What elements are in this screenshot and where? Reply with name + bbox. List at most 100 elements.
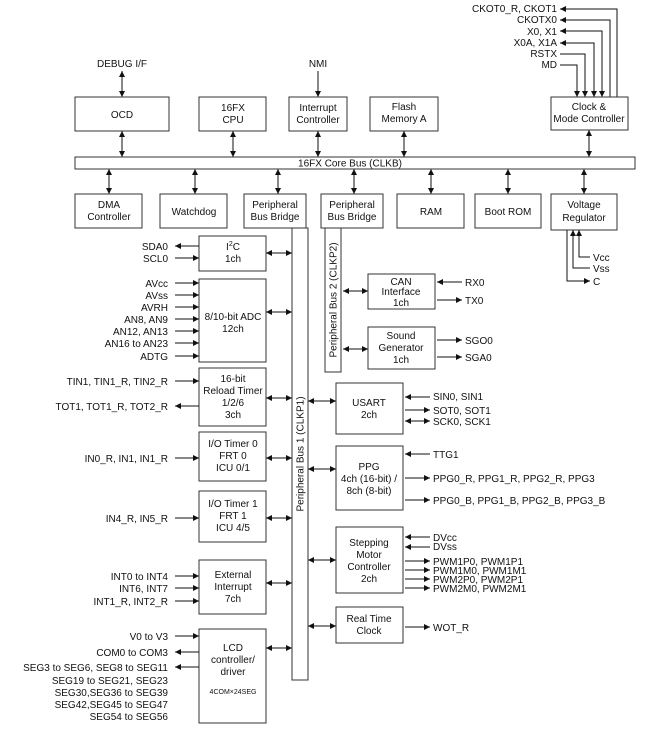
signal-label: X0A, X1A [514,38,558,49]
svg-text:DVss: DVss [433,542,457,553]
ppg-block: PPG4ch (16-bit) /8ch (8-bit) TTG1 PPG0_R,… [308,445,606,511]
svg-text:IN4_R, IN5_R: IN4_R, IN5_R [106,514,168,525]
svg-text:2ch: 2ch [361,574,377,585]
svg-text:IN0_R, IN1, IN1_R: IN0_R, IN1, IN1_R [85,454,168,465]
svg-text:Watchdog: Watchdog [172,207,217,218]
svg-text:SEG3 to SEG6, SEG8 to SEG11: SEG3 to SEG6, SEG8 to SEG11 [23,663,168,674]
peripheral-bus-2: Peripheral Bus 2 (CLKP2) [324,227,342,373]
svg-text:2ch: 2ch [361,410,377,421]
watchdog-block: Watchdog [159,193,228,229]
block-diagram: CKOT0_R, CKOT1 CKOTX0 X0, X1 X0A, X1A RS… [23,4,636,724]
svg-text:AN12, AN13: AN12, AN13 [113,327,168,338]
svg-text:COM0 to COM3: COM0 to COM3 [96,648,168,659]
svg-text:C: C [593,277,600,288]
cpu-block: 16FXCPU [198,96,267,132]
svg-text:8ch (8-bit): 8ch (8-bit) [346,486,391,497]
svg-text:SEG42,SEG45 to SEG47: SEG42,SEG45 to SEG47 [55,700,169,711]
stepping-motor-controller-block: SteppingMotorController2ch DVccDVss PWM1… [308,526,527,595]
i2c-block: I2C 1ch SDA0SCL0 [142,235,292,272]
io-timer-1-block: I/O Timer 1FRT 1ICU 4/5 IN4_R, IN5_R [106,490,292,543]
svg-text:Interrupt: Interrupt [214,582,251,593]
svg-text:SGA0: SGA0 [465,353,492,364]
svg-text:Reload Timer: Reload Timer [203,386,263,397]
reload-timer-block: 16-bitReload Timer1/2/63ch TIN1, TIN1_R,… [56,367,292,427]
boot-rom-block: Boot ROM [474,193,542,229]
svg-text:SCK0, SCK1: SCK0, SCK1 [433,417,491,428]
svg-text:SDA0: SDA0 [142,242,169,253]
svg-text:Controller: Controller [347,562,391,573]
svg-text:External: External [215,570,252,581]
svg-text:Vss: Vss [593,264,610,275]
svg-text:SEG30,SEG36 to SEG39: SEG30,SEG36 to SEG39 [55,688,169,699]
ram-block: RAM [396,193,465,229]
svg-text:Interface: Interface [382,287,421,298]
svg-text:DMA: DMA [98,200,121,211]
adc-block: 8/10-bit ADC12ch AVcc AVss AVRH AN8, AN9… [105,278,292,363]
svg-text:PPG0_B, PPG1_B, PPG2_B, PPG3_B: PPG0_B, PPG1_B, PPG2_B, PPG3_B [433,496,606,507]
svg-text:Controller: Controller [87,212,131,223]
svg-text:4COM×24SEG: 4COM×24SEG [210,689,257,696]
peripheral-bus-bridge-1: PeripheralBus Bridge [243,193,307,229]
svg-text:AN16 to AN23: AN16 to AN23 [105,339,169,350]
svg-text:I2C: I2C [226,241,240,253]
svg-text:SEG19 to SEG21, SEG23: SEG19 to SEG21, SEG23 [52,676,169,687]
core-bus: 16FX Core Bus (CLKB) [74,156,636,170]
svg-text:16-bit: 16-bit [220,374,245,385]
svg-text:SOT0, SOT1: SOT0, SOT1 [433,406,491,417]
svg-text:Memory A: Memory A [381,114,426,125]
io-timer-0-block: I/O Timer 0FRT 0ICU 0/1 IN0_R, IN1, IN1_… [85,431,292,482]
interrupt-controller-block: InterruptController [288,96,348,132]
svg-text:AVRH: AVRH [141,303,168,314]
svg-text:PWM2M0, PWM2M1: PWM2M0, PWM2M1 [433,584,527,595]
svg-text:I/O Timer 0: I/O Timer 0 [208,439,258,450]
svg-text:SIN0, SIN1: SIN0, SIN1 [433,392,483,403]
svg-text:Interrupt: Interrupt [299,103,336,114]
svg-text:Mode Controller: Mode Controller [553,114,625,125]
peripheral-bus-1: Peripheral Bus 1 (CLKP1) [291,227,309,681]
svg-text:1ch: 1ch [225,254,241,265]
svg-text:INT6, INT7: INT6, INT7 [119,584,168,595]
voltage-regulator-block: Voltage Regulator [550,193,618,231]
svg-text:CPU: CPU [222,115,243,126]
svg-text:12ch: 12ch [222,324,244,335]
svg-text:WOT_R: WOT_R [433,623,469,634]
external-interrupt-block: ExternalInterrupt7ch INT0 to INT4INT6, I… [94,559,292,615]
signal-label: RSTX [530,49,557,60]
signal-label: CKOT0_R, CKOT1 [472,4,557,15]
svg-text:3ch: 3ch [225,410,241,421]
sound-generator-block: SoundGenerator1ch SGO0 SGA0 [343,326,493,370]
svg-text:Motor: Motor [356,550,382,561]
svg-text:FRT 1: FRT 1 [219,511,247,522]
svg-text:Controller: Controller [296,115,340,126]
signal-label: X0, X1 [527,27,557,38]
svg-text:FRT 0: FRT 0 [219,451,247,462]
svg-text:16FX Core Bus (CLKB): 16FX Core Bus (CLKB) [298,159,402,170]
flash-memory-block: FlashMemory A [369,96,439,132]
svg-text:Generator: Generator [378,343,424,354]
svg-text:Peripheral: Peripheral [329,200,375,211]
svg-text:1ch: 1ch [393,355,409,366]
signal-label: MD [541,60,557,71]
svg-text:Sound: Sound [387,331,416,342]
svg-text:Peripheral Bus 1 (CLKP1): Peripheral Bus 1 (CLKP1) [296,396,307,511]
svg-text:ADTG: ADTG [140,352,168,363]
svg-text:LCD: LCD [223,643,243,654]
svg-text:PPG0_R, PPG1_R, PPG2_R, PPG3: PPG0_R, PPG1_R, PPG2_R, PPG3 [433,474,595,485]
svg-text:RX0: RX0 [465,278,485,289]
svg-text:OCD: OCD [111,110,133,121]
svg-text:1/2/6: 1/2/6 [222,398,245,409]
svg-text:SCL0: SCL0 [143,254,168,265]
svg-text:SGO0: SGO0 [465,336,493,347]
svg-text:Flash: Flash [392,102,416,113]
svg-text:driver: driver [220,667,246,678]
svg-text:16FX: 16FX [221,103,245,114]
clock-mode-controller-block: Clock &Mode Controller [550,96,629,131]
svg-text:TIN1, TIN1_R, TIN2_R: TIN1, TIN1_R, TIN2_R [67,377,168,388]
svg-text:Peripheral: Peripheral [252,200,298,211]
svg-text:Clock &: Clock & [572,102,607,113]
svg-text:7ch: 7ch [225,594,241,605]
svg-text:1ch: 1ch [393,298,409,309]
svg-text:Bus Bridge: Bus Bridge [251,212,300,223]
svg-text:Peripheral Bus 2 (CLKP2): Peripheral Bus 2 (CLKP2) [329,242,340,357]
svg-text:INT0 to INT4: INT0 to INT4 [111,572,169,583]
